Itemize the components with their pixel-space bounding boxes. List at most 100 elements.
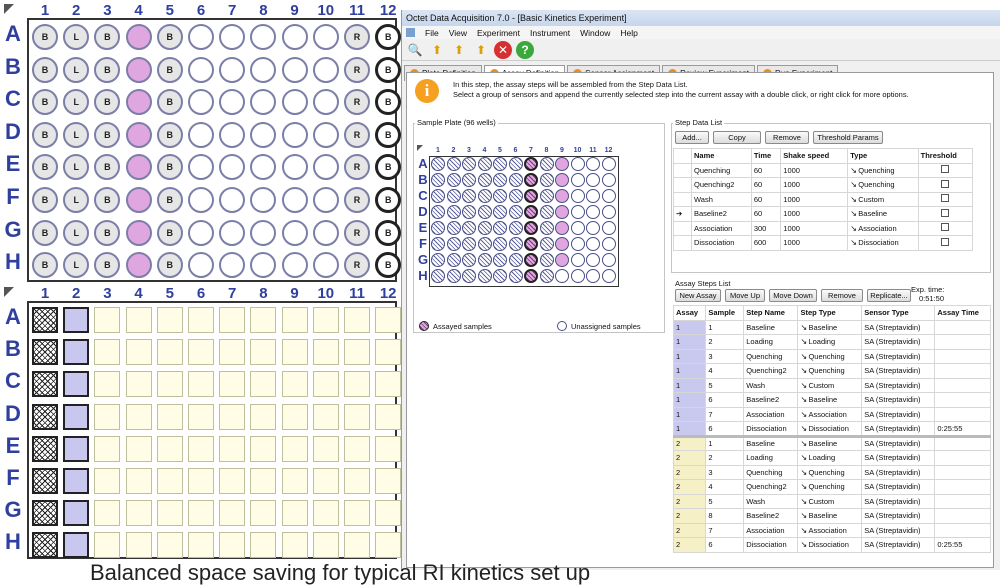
plate-well[interactable] [188,187,214,213]
plate-well[interactable] [312,24,339,50]
sensor-slot[interactable] [63,339,90,366]
sample-well[interactable] [446,157,461,171]
plate-well[interactable]: R [344,252,370,279]
sample-well[interactable] [446,221,461,235]
sample-well[interactable] [539,237,554,251]
sample-well[interactable] [446,173,461,187]
sensor-slot[interactable] [375,500,402,527]
sample-well[interactable] [493,221,507,235]
sample-well[interactable] [539,253,554,267]
sensor-slot[interactable] [125,532,152,559]
sample-well[interactable] [586,189,600,203]
sensor-slot[interactable] [344,532,370,559]
plate-well[interactable]: B [156,154,183,181]
sample-well[interactable] [586,253,600,267]
sensor-slot[interactable] [63,532,90,559]
plate-well[interactable] [125,121,152,148]
sensor-slot[interactable] [63,403,90,430]
plate-well[interactable] [312,252,339,279]
sample-well[interactable] [586,157,600,171]
sample-well[interactable] [601,253,616,267]
sample-well[interactable] [601,221,616,235]
sample-well[interactable] [586,205,600,219]
sensor-slot[interactable] [281,371,308,398]
sensor-slot[interactable] [312,371,339,398]
assay-button[interactable]: Remove [821,289,863,302]
plate-well[interactable] [281,219,308,246]
sample-well[interactable] [462,269,476,283]
sample-well[interactable] [555,205,569,219]
table-row[interactable]: 1 2 Loading ↘Loading SA (Streptavidin) [672,334,991,350]
sensor-slot[interactable] [344,500,370,527]
sensor-slot[interactable] [219,339,246,366]
sensor-slot[interactable] [188,532,214,559]
plate-well[interactable]: B [156,187,183,213]
threshold-checkbox[interactable] [941,194,950,203]
plate-well[interactable]: R [344,121,370,148]
sample-well[interactable] [570,173,585,187]
threshold-checkbox[interactable] [941,208,950,217]
threshold-checkbox[interactable] [941,179,950,188]
sample-well[interactable] [524,189,538,203]
plate-well[interactable] [188,56,214,83]
sensor-slot[interactable] [63,435,90,462]
table-row[interactable]: Association 300 1000 ↘Association [673,220,974,236]
sensor-slot[interactable] [188,500,214,527]
plate-well[interactable]: B [94,121,121,148]
sample-well[interactable] [570,189,585,203]
plate-well[interactable]: L [63,24,90,50]
sensor-slot[interactable] [188,435,214,462]
plate-well[interactable] [125,187,152,213]
plate-well[interactable]: B [94,219,121,246]
plate-well[interactable]: B [32,89,58,116]
sample-well[interactable] [493,269,507,283]
table-row[interactable]: ➔ Baseline2 60 1000 ↘Baseline [673,206,974,222]
sample-well[interactable] [508,173,523,187]
menu-item[interactable]: View [449,28,467,38]
plate-well[interactable]: B [156,219,183,246]
sensor-slot[interactable] [344,371,370,398]
sample-well[interactable] [539,157,554,171]
plate-well[interactable] [312,56,339,83]
sensor-slot[interactable] [219,403,246,430]
sensor-slot[interactable] [219,371,246,398]
sensor-slot[interactable] [375,435,402,462]
sensor-slot[interactable] [219,468,246,494]
sensor-slot[interactable] [344,403,370,430]
sensor-slot[interactable] [312,307,339,333]
sensor-slot[interactable] [94,532,121,559]
plate-well[interactable] [281,24,308,50]
sample-well[interactable] [493,253,507,267]
sample-well[interactable] [446,189,461,203]
sensor-slot[interactable] [156,403,183,430]
sample-well[interactable] [570,253,585,267]
plate-well[interactable] [125,154,152,181]
sample-well[interactable] [555,173,569,187]
step-button[interactable]: Add... [675,131,709,144]
plate-well[interactable] [219,121,246,148]
sensor-slot[interactable] [281,339,308,366]
sample-well[interactable] [601,269,616,283]
sensor-slot[interactable] [250,339,277,366]
sensor-slot[interactable] [344,468,370,494]
plate-well[interactable]: B [375,56,402,83]
plate-well[interactable] [219,219,246,246]
sample-well[interactable] [570,237,585,251]
plate-well[interactable] [281,56,308,83]
sample-well[interactable] [508,237,523,251]
sensor-slot[interactable] [219,500,246,527]
sample-well[interactable] [555,157,569,171]
table-row[interactable]: 1 3 Quenching ↘Quenching SA (Streptavidin) [672,348,991,364]
sample-well[interactable] [431,157,445,171]
table-row[interactable]: 1 1 Baseline ↘Baseline SA (Streptavidin) [672,319,991,335]
threshold-checkbox[interactable] [941,165,950,174]
sample-well[interactable] [524,157,538,171]
plate-well[interactable]: B [94,56,121,83]
plate-well[interactable]: R [344,56,370,83]
menu-item[interactable]: Window [580,28,610,38]
step-button[interactable]: Copy [713,131,761,144]
sensor-slot[interactable] [250,435,277,462]
sensor-slot[interactable] [344,339,370,366]
sensor-slot[interactable] [156,435,183,462]
sample-well[interactable] [431,205,445,219]
